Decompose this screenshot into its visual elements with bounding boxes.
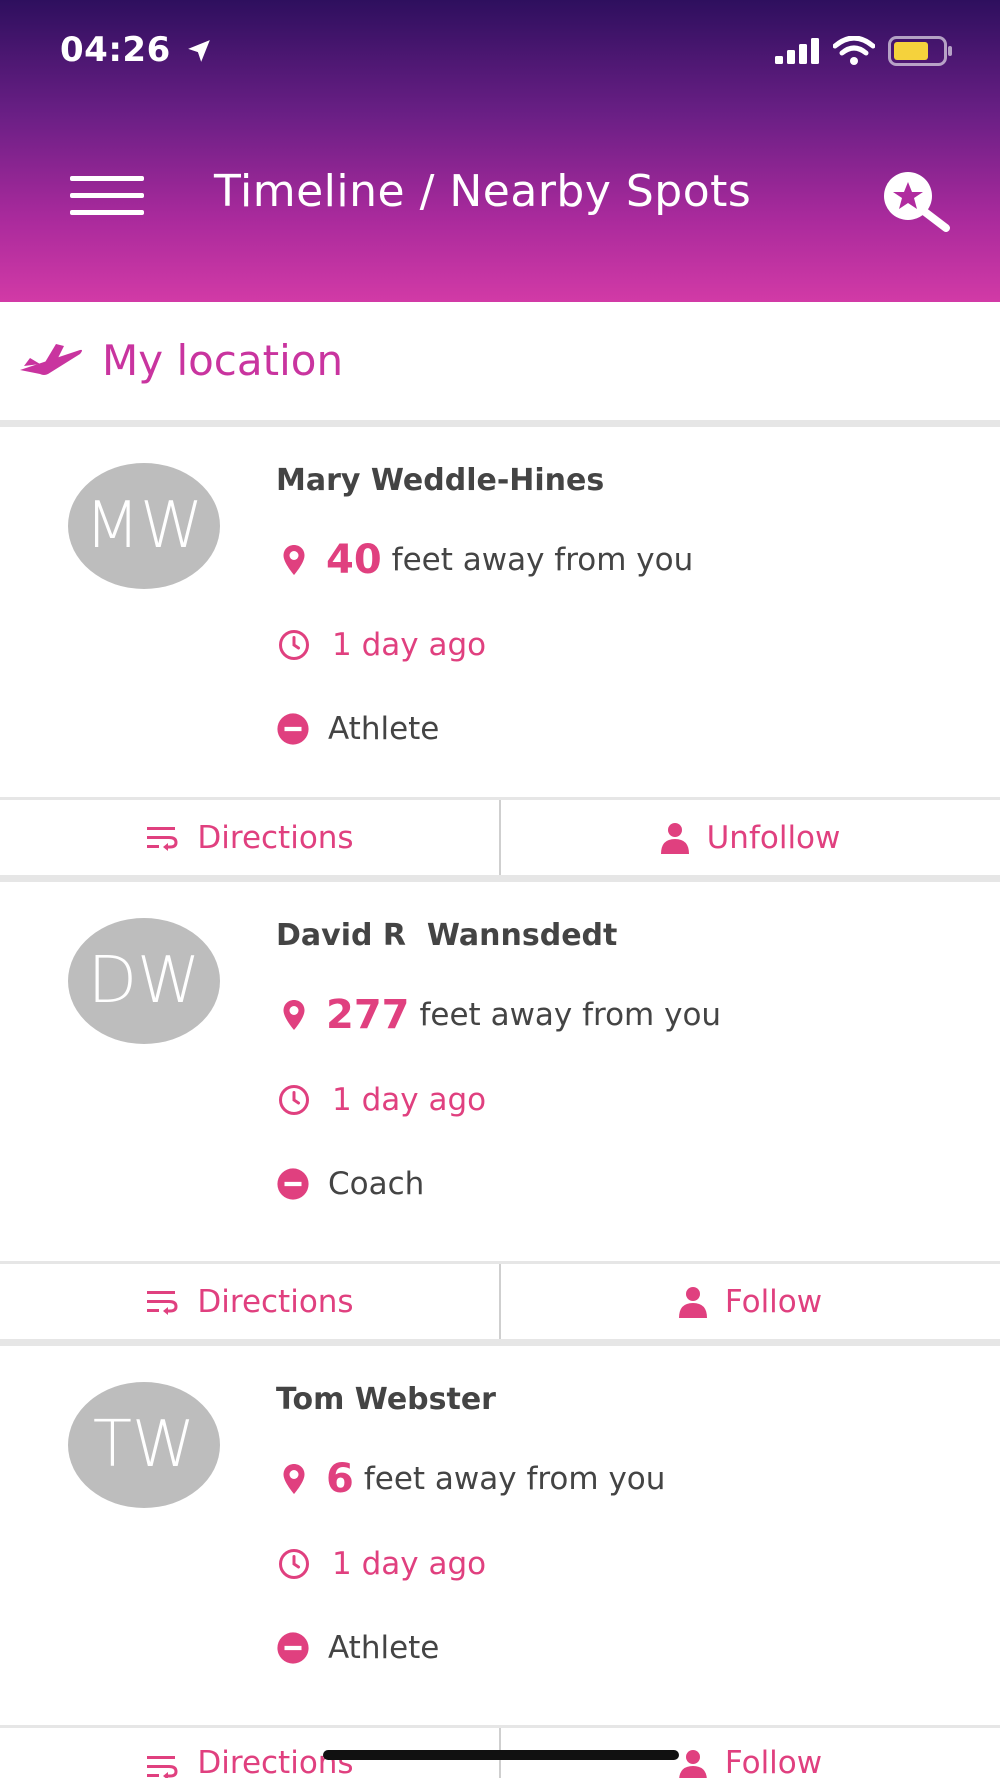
- directions-icon: [147, 826, 178, 851]
- role-label: Coach: [328, 1166, 425, 1202]
- time-row: 1 day ago: [276, 1082, 486, 1118]
- directions-button[interactable]: Directions: [0, 1264, 501, 1339]
- card-actions: Directions Follow: [0, 1261, 1000, 1339]
- role-label: Athlete: [328, 1630, 440, 1666]
- my-location-row[interactable]: My location: [0, 302, 1000, 420]
- distance-row: 277 feet away from you: [276, 992, 721, 1038]
- follow-label: Follow: [724, 1745, 823, 1778]
- person-name: Mary Weddle-Hines: [276, 463, 605, 498]
- battery-icon: [888, 36, 952, 66]
- person-icon: [660, 822, 689, 854]
- distance-suffix: feet away from you: [419, 997, 722, 1033]
- follow-label: Follow: [724, 1283, 823, 1320]
- time-row: 1 day ago: [276, 627, 486, 663]
- divider: [0, 1339, 1000, 1346]
- directions-label: Directions: [197, 1283, 354, 1320]
- person-icon: [678, 1286, 707, 1318]
- airplane-icon: [20, 344, 82, 375]
- hamburger-menu-icon[interactable]: [70, 176, 144, 216]
- clock-icon: [279, 1085, 309, 1115]
- directions-button[interactable]: Directions: [0, 800, 501, 875]
- avatar: MW: [68, 463, 220, 589]
- distance-value: 40: [326, 537, 382, 583]
- minus-circle-icon: [277, 1632, 309, 1664]
- my-location-label: My location: [102, 336, 344, 385]
- time-ago: 1 day ago: [332, 1546, 487, 1582]
- person-card[interactable]: MW Mary Weddle-Hines 40 feet away from y…: [0, 427, 1000, 797]
- role-row: Coach: [276, 1166, 424, 1202]
- minus-circle-icon: [277, 713, 309, 745]
- page-title: Timeline / Nearby Spots: [214, 166, 752, 217]
- role-label: Athlete: [328, 711, 440, 747]
- status-time: 04:26: [60, 30, 171, 70]
- distance-value: 277: [326, 992, 410, 1038]
- star-search-icon[interactable]: [880, 170, 952, 232]
- app-header: 04:26 Timeline / Nearby Spots: [0, 0, 1000, 302]
- wifi-icon: [833, 36, 875, 65]
- person-icon: [679, 1750, 707, 1778]
- distance-row: 40 feet away from you: [276, 537, 693, 583]
- time-ago: 1 day ago: [332, 1082, 487, 1118]
- map-pin-icon: [283, 1000, 305, 1030]
- distance-row: 6 feet away from you: [276, 1456, 665, 1502]
- role-row: Athlete: [276, 711, 439, 747]
- map-pin-icon: [283, 545, 305, 575]
- divider: [0, 875, 1000, 882]
- avatar: DW: [68, 918, 220, 1044]
- follow-label: Unfollow: [706, 819, 841, 856]
- time-ago: 1 day ago: [332, 627, 487, 663]
- minus-circle-icon: [277, 1168, 309, 1200]
- time-row: 1 day ago: [276, 1546, 486, 1582]
- directions-icon: [147, 1756, 178, 1778]
- avatar: TW: [68, 1382, 220, 1508]
- location-arrow-icon: [188, 40, 210, 62]
- person-card[interactable]: TW Tom Webster 6 feet away from you 1 da…: [0, 1346, 1000, 1716]
- role-row: Athlete: [276, 1630, 439, 1666]
- distance-suffix: feet away from you: [391, 542, 694, 578]
- unfollow-button[interactable]: Unfollow: [501, 800, 1000, 875]
- directions-label: Directions: [197, 819, 354, 856]
- person-card[interactable]: DW David R Wannsdedt 277 feet away from …: [0, 882, 1000, 1252]
- person-name: David R Wannsdedt: [276, 918, 618, 953]
- card-actions: Directions Unfollow: [0, 797, 1000, 875]
- home-indicator[interactable]: [323, 1750, 679, 1760]
- person-name: Tom Webster: [276, 1382, 496, 1417]
- directions-icon: [147, 1290, 178, 1315]
- divider: [0, 420, 1000, 427]
- map-pin-icon: [283, 1464, 305, 1494]
- follow-button[interactable]: Follow: [501, 1264, 1000, 1339]
- distance-value: 6: [326, 1456, 354, 1502]
- cellular-signal-icon: [775, 38, 819, 64]
- clock-icon: [279, 1549, 309, 1579]
- distance-suffix: feet away from you: [363, 1461, 666, 1497]
- clock-icon: [279, 630, 309, 660]
